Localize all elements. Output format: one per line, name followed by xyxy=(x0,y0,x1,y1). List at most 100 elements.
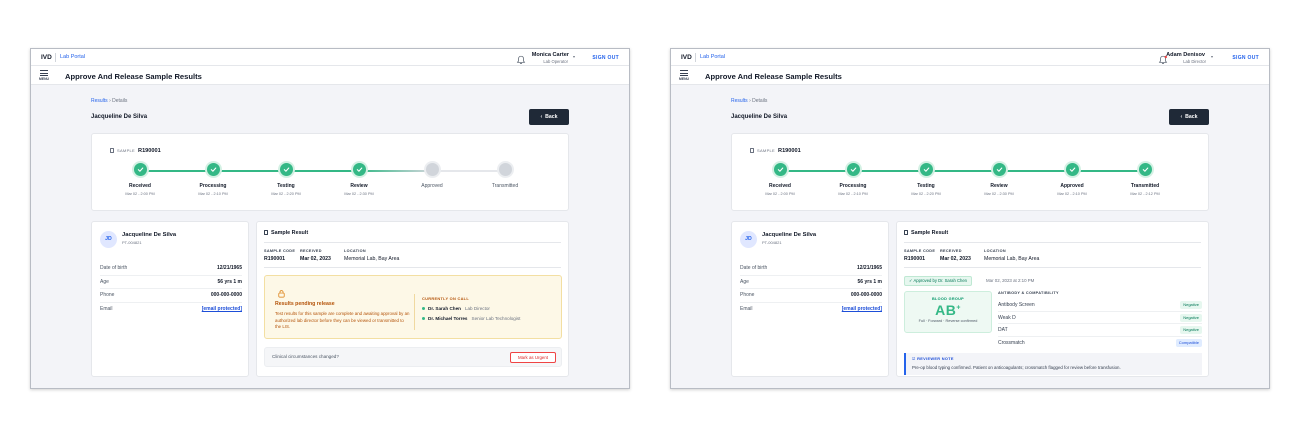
step-time: Mar 02 - 2:20 PM xyxy=(911,192,941,196)
back-button[interactable]: ‹ Back xyxy=(1169,109,1209,125)
patient-card: JD Jacqueline De Silva PT-004821 Date of… xyxy=(731,221,889,377)
info-row-email: Email [email protected] xyxy=(100,306,242,313)
brand-divider xyxy=(695,53,696,62)
page-title: Approve And Release Sample Results xyxy=(65,72,202,81)
antibody-row: Antibody Screen Negative xyxy=(998,299,1202,312)
info-row-phone: Phone 000-000-0000 xyxy=(100,289,242,303)
status-badge: Negative xyxy=(1180,301,1202,309)
antibody-row: Weak D Negative xyxy=(998,312,1202,324)
progress-step-processing: Processing Mar 02 - 2:10 PM xyxy=(178,161,248,197)
patient-info: Date of birth 12/21/1965 Age 56 yrs 1 m Ph… xyxy=(740,262,882,316)
pending-step-icon xyxy=(496,161,514,178)
breadcrumb-current: Details xyxy=(112,98,128,104)
email-link[interactable]: [email protected] xyxy=(202,306,242,312)
reviewer-note: ☑ REVIEWER NOTE Pre-op blood typing conf… xyxy=(904,353,1202,375)
progress-step-transmitted: Transmitted Mar 02 - 2:12 PM xyxy=(1110,161,1180,197)
step-label: Approved xyxy=(421,183,443,189)
info-row-dob: Date of birth 12/21/1965 xyxy=(100,262,242,276)
online-dot-icon xyxy=(422,316,425,320)
blood-group-panel: BLOOD GROUP AB+ Full · Forward · Reverse… xyxy=(904,291,992,333)
blood-group-desc: Full · Forward · Reverse confirmed xyxy=(918,319,978,323)
info-row-email: Email [email protected] xyxy=(740,306,882,313)
step-time xyxy=(397,192,467,197)
progress-step-review: Review Mar 02 - 2:30 PM xyxy=(964,161,1034,197)
pending-release-banner: Results pending release Test results for… xyxy=(264,275,562,339)
status-badge: Negative xyxy=(1180,313,1202,322)
document-icon xyxy=(110,148,114,153)
progress-step-received: Received Mar 02 - 2:00 PM xyxy=(105,161,175,197)
check-icon xyxy=(1063,161,1081,178)
progress-step-transmitted: Transmitted xyxy=(470,161,540,197)
pending-title: Results pending release xyxy=(275,301,335,307)
oncall-label: CURRENTLY ON CALL xyxy=(422,296,470,301)
chevron-down-icon[interactable]: ▾ xyxy=(1211,54,1213,59)
meta-sample-code: SAMPLE CODE R190001 xyxy=(904,249,936,262)
progress-step-approved: Approved Mar 02 - 2:10 PM xyxy=(1037,161,1107,197)
step-time: Mar 02 - 2:30 PM xyxy=(984,192,1014,196)
user-role: Lab Operator xyxy=(543,59,568,64)
step-label: Approved xyxy=(1060,183,1084,189)
step-label: Received xyxy=(769,183,791,189)
step-label: Review xyxy=(990,183,1008,189)
email-link[interactable]: [email protected] xyxy=(842,306,882,312)
blood-group-value: AB+ xyxy=(935,302,961,318)
breadcrumb-current: Details xyxy=(752,98,768,104)
menu-button[interactable]: MENU xyxy=(677,69,691,83)
user-name[interactable]: Adam Denisov xyxy=(1166,52,1205,58)
title-bar: MENU Approve And Release Sample Results xyxy=(671,66,1269,85)
bell-icon[interactable] xyxy=(516,52,526,64)
step-label: Processing xyxy=(199,183,227,189)
menu-button[interactable]: MENU xyxy=(37,69,51,83)
avatar: JD xyxy=(740,231,757,248)
patient-id: PT-004821 xyxy=(122,240,142,245)
step-time: Mar 02 - 2:00 PM xyxy=(125,192,155,196)
sample-result-heading: Sample Result xyxy=(264,230,308,236)
meta-sample-code: SAMPLE CODE R190001 xyxy=(264,249,296,262)
patient-heading: Jacqueline De Silva xyxy=(731,114,788,120)
sample-result-heading: Sample Result xyxy=(904,230,948,236)
patient-card: JD Jacqueline De Silva PT-004821 Date of… xyxy=(91,221,249,377)
step-time: Mar 02 - 2:10 PM xyxy=(1057,192,1087,196)
sample-id: SAMPLE R190001 xyxy=(750,148,801,154)
antibody-row: DAT Negative xyxy=(998,324,1202,337)
chevron-down-icon[interactable]: ▾ xyxy=(573,54,575,59)
breadcrumb: Results › Details xyxy=(731,98,768,104)
step-time: Mar 02 - 2:20 PM xyxy=(271,192,301,196)
progress-step-processing: Processing Mar 02 - 2:10 PM xyxy=(818,161,888,197)
progress-step-testing: Testing Mar 02 - 2:20 PM xyxy=(251,161,321,197)
brand-logo: IVD xyxy=(41,54,52,61)
meta-received: RECEIVED Mar 02, 2023 xyxy=(300,249,331,262)
meta-received: RECEIVED Mar 02, 2023 xyxy=(940,249,971,262)
breadcrumb-results-link[interactable]: Results xyxy=(91,98,108,104)
breadcrumb-results-link[interactable]: Results xyxy=(731,98,748,104)
sample-id: SAMPLE R190001 xyxy=(110,148,161,154)
check-icon xyxy=(917,161,935,178)
step-label: Testing xyxy=(917,183,935,189)
hamburger-icon xyxy=(680,70,688,76)
back-button[interactable]: ‹ Back xyxy=(529,109,569,125)
portal-link[interactable]: Lab Portal xyxy=(60,54,85,60)
lock-icon xyxy=(277,285,286,298)
sign-out-button[interactable]: SIGN OUT xyxy=(1232,55,1259,61)
portal-link[interactable]: Lab Portal xyxy=(700,54,725,60)
step-time: Mar 02 - 2:10 PM xyxy=(198,192,228,196)
step-label: Transmitted xyxy=(1130,183,1160,189)
approved-badge: ✓ Approved by Dr. Sarah Chen xyxy=(904,276,972,286)
check-icon xyxy=(277,161,295,178)
info-row-phone: Phone 000-000-0000 xyxy=(740,289,882,303)
step-time: Mar 02 - 2:10 PM xyxy=(838,192,868,196)
document-icon xyxy=(904,230,908,235)
patient-info: Date of birth 12/21/1965 Age 56 yrs 1 m Ph… xyxy=(100,262,242,316)
mark-urgent-button[interactable]: Mark as Urgent xyxy=(510,352,556,363)
progress-step-testing: Testing Mar 02 - 2:20 PM xyxy=(891,161,961,197)
patient-name: Jacqueline De Silva xyxy=(122,232,177,238)
sign-out-button[interactable]: SIGN OUT xyxy=(592,55,619,61)
hamburger-icon xyxy=(40,70,48,76)
progress-step-approved: Approved xyxy=(397,161,467,197)
meta-location: LOCATION Memorial Lab, Bay Area xyxy=(984,249,1040,262)
user-role: Lab Director xyxy=(1183,59,1206,64)
step-time xyxy=(470,192,540,197)
brand-logo: IVD xyxy=(681,54,692,61)
user-name[interactable]: Monica Carter xyxy=(532,52,569,58)
brand-divider xyxy=(55,53,56,62)
